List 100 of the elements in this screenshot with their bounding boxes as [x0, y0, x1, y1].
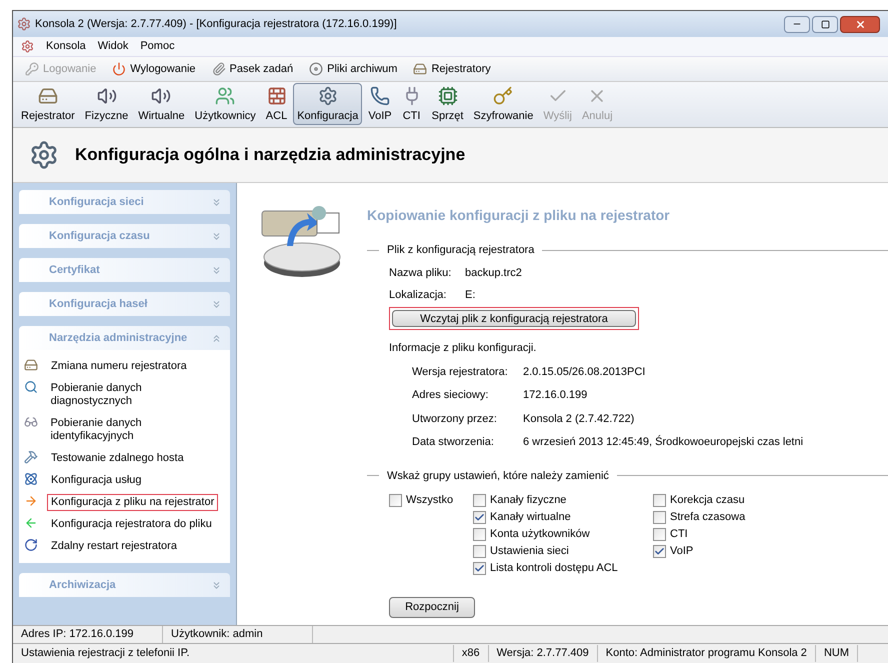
- device-icon: [413, 62, 428, 76]
- info-value: 2.0.15.05/26.08.2013PCI: [523, 364, 646, 380]
- app-icon: [21, 40, 34, 53]
- field-label: Nazwa pliku:: [389, 266, 452, 280]
- speaker-icon: [96, 86, 116, 106]
- checkbox[interactable]: [653, 544, 666, 558]
- sidebar-item[interactable]: Konfiguracja usług: [47, 472, 146, 489]
- info-label: Adres sieciowy:: [412, 388, 490, 403]
- device-icon: [24, 358, 38, 372]
- sidebar-item[interactable]: Pobieranie danych identyfikacyjnych: [46, 415, 226, 445]
- toolbar-button[interactable]: Szyfrowanie: [469, 83, 538, 125]
- checkbox[interactable]: [473, 562, 486, 574]
- toolbar-button[interactable]: Rejestrator: [17, 83, 79, 125]
- checkbox-label[interactable]: CTI: [670, 526, 688, 542]
- info-value: Konsola 2 (2.7.42.722): [523, 412, 634, 426]
- status-text: NUM: [816, 645, 858, 662]
- toolbar-button[interactable]: Wylogowanie: [108, 60, 200, 78]
- paperclip-icon: [212, 62, 226, 76]
- expand-icon: [211, 298, 222, 310]
- checkbox-label[interactable]: Ustawienia sieci: [490, 542, 569, 560]
- key-icon: [25, 62, 39, 76]
- menu-item[interactable]: Pomoc: [140, 38, 175, 55]
- info-value: 6 wrzesień 2013 12:45:49, Środkowoeuropejski czas letni: [523, 434, 804, 450]
- checkbox-label[interactable]: Korekcja czasu: [670, 492, 745, 508]
- gear-icon: [318, 86, 338, 106]
- group-legend: Wskaż grupy ustawień, które należy zamienić: [387, 468, 609, 484]
- load-file-button[interactable]: Wczytaj plik z konfiguracją rejestratora: [392, 310, 636, 326]
- expand-icon: [211, 580, 222, 590]
- toolbar-button[interactable]: VoIP: [364, 83, 396, 125]
- checkbox[interactable]: [653, 494, 666, 506]
- toolbar-button[interactable]: Użytkownicy: [190, 83, 260, 125]
- status-text: x86: [454, 645, 489, 662]
- search-icon: [24, 380, 38, 394]
- page-title: Konfiguracja ogólna i narzędzia administracyjne: [75, 144, 466, 166]
- expand-icon: [211, 196, 222, 208]
- checkbox[interactable]: [653, 528, 666, 540]
- speaker-icon: [151, 86, 172, 106]
- hammer-icon: [24, 450, 38, 464]
- checkbox[interactable]: [473, 544, 486, 558]
- checkbox-label[interactable]: Konta użytkowników: [490, 526, 590, 542]
- disc-icon: [309, 62, 324, 76]
- toolbar-button[interactable]: Sprzęt: [428, 83, 468, 125]
- sidebar-item[interactable]: Zmiana numeru rejestratora: [47, 358, 191, 375]
- phone-icon: [370, 86, 390, 106]
- atom-icon: [24, 472, 38, 486]
- menu-item[interactable]: Konsola: [46, 38, 86, 55]
- checkbox[interactable]: [473, 510, 486, 524]
- collapse-icon: [211, 332, 222, 344]
- toolbar-button[interactable]: Wirtualne: [134, 83, 189, 125]
- sidebar-item[interactable]: Konfiguracja rejestratora do pliku: [47, 516, 216, 533]
- toolbar-button[interactable]: CTI: [398, 83, 426, 125]
- sidebar-item[interactable]: Testowanie zdalnego hosta: [47, 450, 188, 467]
- power-icon: [112, 62, 126, 76]
- checkbox[interactable]: [473, 528, 486, 540]
- status-text: Wersja: 2.7.77.409: [488, 645, 598, 662]
- menu-item[interactable]: Widok: [98, 38, 128, 55]
- toolbar-button[interactable]: Rejestratory: [409, 60, 495, 78]
- expand-icon: [211, 264, 222, 276]
- glasses-icon: [24, 415, 38, 429]
- sidebar-item[interactable]: Konfiguracja z pliku na rejestrator: [47, 494, 218, 511]
- checkbox[interactable]: [473, 494, 486, 506]
- checkbox-label[interactable]: Lista kontroli dostępu ACL: [490, 560, 618, 576]
- close-icon: [854, 18, 866, 30]
- circuit-board-icon: [438, 86, 458, 106]
- sidebar-item[interactable]: Zdalny restart rejestratora: [47, 538, 181, 555]
- gear-icon: [29, 140, 59, 170]
- toolbar-button[interactable]: Pliki archiwum: [305, 60, 402, 78]
- toolbar-button[interactable]: ACL: [262, 83, 292, 125]
- field-value: E:: [465, 288, 476, 303]
- status-text: Konto: Administrator programu Konsola 2: [598, 645, 816, 662]
- checkbox-label[interactable]: Kanały fizyczne: [490, 492, 566, 508]
- checkbox[interactable]: [653, 510, 666, 524]
- section-title: Kopiowanie konfiguracji z pliku na rejestrator: [367, 206, 671, 225]
- window-title: Konsola 2 (Wersja: 2.7.77.409) - [Konfiguracja rejestratora (172.16.0.199)]: [35, 16, 397, 32]
- checkbox-label[interactable]: Strefa czasowa: [670, 508, 746, 526]
- group-legend: Plik z konfiguracją rejestratora: [387, 242, 534, 258]
- brick-wall-icon: [266, 86, 286, 106]
- status-text: Ustawienia rejestracji z telefonii IP.: [13, 645, 454, 662]
- toolbar-button[interactable]: Konfiguracja: [293, 83, 362, 125]
- field-value: backup.trc2: [465, 266, 522, 280]
- info-label: Data stworzenia:: [412, 435, 495, 450]
- field-label: Lokalizacja:: [389, 288, 448, 303]
- start-button[interactable]: Rozpocznij: [389, 597, 475, 618]
- restart-icon: [24, 538, 38, 552]
- checkbox-label[interactable]: Kanały wirtualne: [490, 508, 571, 526]
- close-button[interactable]: [840, 16, 880, 32]
- users-icon: [215, 86, 236, 106]
- toolbar-button[interactable]: Fizyczne: [80, 83, 132, 125]
- maximize-icon: [820, 20, 830, 28]
- checkbox-label[interactable]: VoIP: [670, 542, 694, 560]
- checkbox-label[interactable]: Wszystko: [406, 492, 454, 508]
- info-label: Utworzony przez:: [412, 412, 498, 426]
- info-heading: Informacje z pliku konfiguracji.: [389, 341, 538, 356]
- info-value: 172.16.0.199: [523, 388, 588, 403]
- toolbar-button[interactable]: Pasek zadań: [208, 60, 298, 78]
- key-icon: [493, 86, 514, 106]
- checkbox[interactable]: [389, 494, 402, 506]
- maximize-button[interactable]: [812, 16, 838, 32]
- expand-icon: [211, 230, 222, 242]
- sidebar-item[interactable]: Pobieranie danych diagnostycznych: [46, 380, 226, 410]
